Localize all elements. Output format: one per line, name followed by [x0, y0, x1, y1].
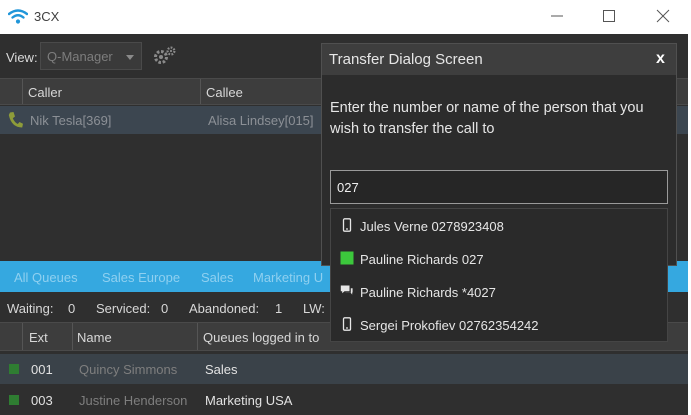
agent-queue: Marketing USA [205, 393, 293, 408]
waiting-count: 0 [68, 301, 76, 316]
agent-name: Justine Henderson [79, 393, 188, 408]
column-header-ext[interactable]: Ext [29, 330, 48, 345]
tab-sales-europe[interactable]: Sales Europe [102, 270, 180, 285]
serviced-count: 0 [161, 301, 169, 316]
view-select-value: Q-Manager [47, 49, 113, 64]
view-select[interactable]: Q-Manager [40, 42, 142, 70]
mobile-phone-icon [342, 317, 352, 331]
column-divider [200, 79, 201, 104]
app-title: 3CX [34, 9, 60, 24]
column-header-queues[interactable]: Queues logged in to [203, 330, 319, 345]
suggestions-list: Jules Verne 0278923408 Pauline Richards … [330, 208, 668, 342]
close-window-button[interactable] [652, 5, 674, 27]
column-divider [22, 79, 23, 104]
transfer-search-input[interactable] [330, 170, 668, 204]
agent-queue: Sales [205, 362, 238, 377]
dialog-titlebar: Transfer Dialog Screen x [322, 44, 676, 75]
abandoned-label: Abandoned: [189, 301, 260, 316]
presence-available-icon [340, 251, 354, 265]
suggestion-label: Pauline Richards *4027 [360, 285, 496, 300]
column-header-name[interactable]: Name [77, 330, 112, 345]
agent-status-indicator [9, 364, 19, 374]
window-titlebar: 3CX [0, 0, 691, 34]
mobile-phone-icon [342, 218, 352, 232]
column-divider [72, 323, 73, 350]
suggestion-item[interactable]: Pauline Richards 027 [331, 242, 667, 275]
agent-ext: 003 [31, 393, 53, 408]
chevron-down-icon [126, 55, 134, 60]
suggestion-label: Pauline Richards 027 [360, 252, 484, 267]
abandoned-count: 1 [275, 301, 283, 316]
agent-name: Quincy Simmons [79, 362, 178, 377]
suggestion-item[interactable]: Pauline Richards *4027 [331, 275, 667, 308]
dialog-title: Transfer Dialog Screen [329, 51, 483, 68]
gear-icon[interactable] [151, 45, 179, 67]
agent-row[interactable]: 001 Quincy Simmons Sales [0, 354, 691, 384]
suggestion-label: Jules Verne 0278923408 [360, 219, 504, 234]
lw-label: LW: [303, 301, 325, 316]
dialog-close-button[interactable]: x [656, 50, 665, 68]
maximize-button[interactable] [598, 5, 620, 27]
serviced-label: Serviced: [96, 301, 151, 316]
suggestion-item[interactable]: Sergei Prokofiev 02762354242 [331, 308, 667, 341]
waiting-label: Waiting: [7, 301, 54, 316]
suggestion-item[interactable]: Jules Verne 0278923408 [331, 209, 667, 242]
tab-marketing[interactable]: Marketing U [253, 270, 323, 285]
phone-handset-icon [8, 112, 23, 128]
dialog-instructions: Enter the number or name of the person t… [330, 100, 644, 137]
suggestion-label: Sergei Prokofiev 02762354242 [360, 318, 539, 333]
column-divider [197, 323, 198, 350]
wifi-logo-icon [8, 9, 28, 24]
chat-icon [340, 285, 353, 295]
column-header-callee[interactable]: Callee [206, 85, 243, 100]
agent-row[interactable]: 003 Justine Henderson Marketing USA [0, 385, 691, 415]
tab-all-queues[interactable]: All Queues [14, 270, 78, 285]
call-caller: Nik Tesla[369] [30, 113, 112, 128]
agent-status-indicator [9, 395, 19, 405]
tab-sales[interactable]: Sales [201, 270, 234, 285]
column-divider [22, 323, 23, 350]
view-label: View: [6, 50, 38, 65]
call-callee: Alisa Lindsey[015] [208, 113, 314, 128]
column-header-caller[interactable]: Caller [28, 85, 62, 100]
agent-ext: 001 [31, 362, 53, 377]
minimize-button[interactable] [546, 5, 568, 27]
